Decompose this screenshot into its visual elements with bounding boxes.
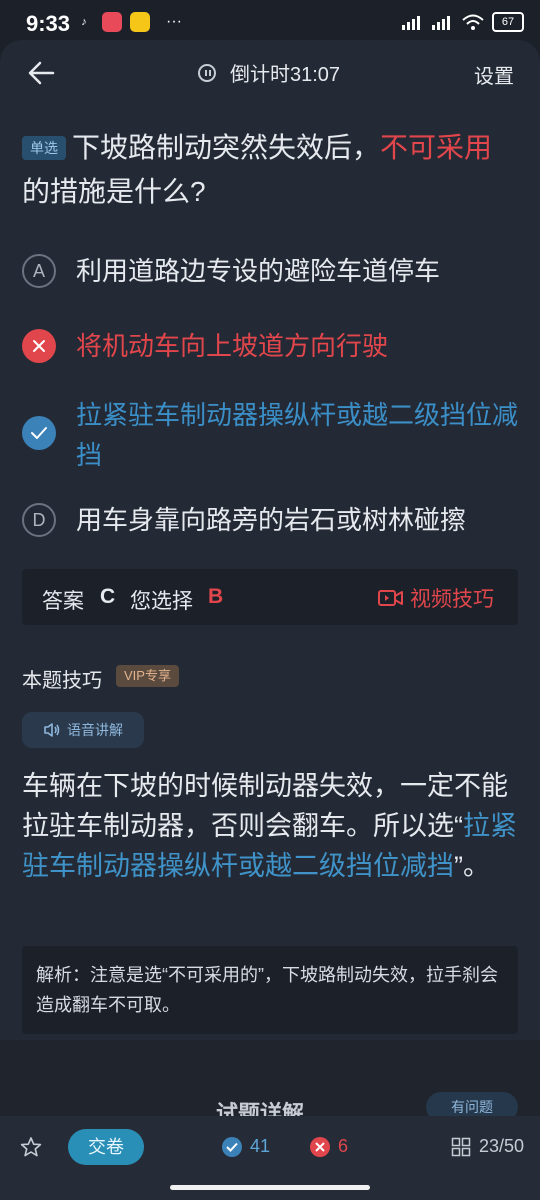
home-indicator[interactable]: [170, 1185, 370, 1190]
question-text-part: 下坡路制动突然失效后，: [72, 132, 381, 163]
wrong-count: 6: [310, 1136, 348, 1157]
question-highlight: 不可采用: [380, 132, 493, 163]
answer-label: 答案: [42, 590, 84, 613]
signal-icon: [432, 16, 450, 30]
pause-icon[interactable]: [198, 63, 216, 82]
option-text: 利用道路边专设的避险车道停车: [76, 256, 441, 286]
app-icon: [102, 12, 122, 32]
option-a[interactable]: A 利用道路边专设的避险车道停车: [22, 251, 522, 291]
speaker-icon: [44, 723, 60, 737]
correct-count: 41: [222, 1136, 270, 1157]
back-arrow-icon[interactable]: [26, 58, 56, 88]
option-d[interactable]: D 用车身靠向路旁的岩石或树林碰擦: [22, 500, 522, 540]
analysis-text: 解析：注意是选“不可采用的”，下坡路制动失效，拉手刹会造成翻车不可取。: [36, 965, 498, 1015]
progress-value: 23/50: [478, 1136, 524, 1156]
answer-value: C: [100, 585, 116, 608]
option-c[interactable]: 拉紧驻车制动器操纵杆或越二级挡位减挡: [22, 395, 522, 475]
answer-summary: 答案 C 您选择 B 视频技巧: [22, 569, 518, 625]
option-letter-icon: D: [22, 503, 56, 537]
voice-explain-button[interactable]: 语音讲解: [22, 712, 144, 748]
meituan-icon: [130, 12, 150, 32]
vip-badge: VIP专享: [116, 665, 179, 687]
option-text: 用车身靠向路旁的岩石或树林碰擦: [76, 505, 467, 535]
detail-section: 试题详解 有问题: [0, 1040, 540, 1126]
wifi-icon: [462, 14, 484, 30]
settings-button[interactable]: 设置: [474, 60, 514, 89]
video-tip-button[interactable]: 视频技巧: [378, 583, 494, 613]
analysis-box: 解析：注意是选“不可采用的”，下坡路制动失效，拉手刹会造成翻车不可取。: [22, 946, 518, 1034]
tip-text-part: 车辆在下坡的时候制动器失效，一定不能拉驻车制动器，否则会翻车。所以选“: [22, 771, 508, 841]
option-text: 拉紧驻车制动器操纵杆或越二级挡位减挡: [76, 400, 519, 470]
status-indicators: 67: [402, 12, 524, 32]
selected-label: 您选择: [130, 590, 193, 613]
question-progress[interactable]: 23/50: [451, 1136, 524, 1157]
video-icon: [378, 590, 403, 606]
star-icon[interactable]: [20, 1136, 42, 1158]
option-text: 将机动车向上坡道方向行驶: [76, 331, 389, 361]
top-nav: 倒计时31:07 设置: [0, 40, 540, 106]
selected-value: B: [208, 585, 224, 608]
wrong-count-value: 6: [338, 1136, 349, 1156]
option-b[interactable]: 将机动车向上坡道方向行驶: [22, 326, 522, 366]
correct-count-value: 41: [250, 1136, 271, 1156]
tip-text-part: ”。: [454, 851, 490, 881]
tips-title: 本题技巧: [22, 670, 102, 692]
countdown-timer[interactable]: 倒计时31:07: [198, 58, 340, 87]
signal-icon: [402, 16, 420, 30]
question-type-tag: 单选: [22, 136, 66, 160]
video-tip-label: 视频技巧: [410, 588, 494, 611]
status-time: 9:33: [26, 11, 71, 36]
option-letter-icon: A: [22, 254, 56, 288]
voice-explain-label: 语音讲解: [67, 722, 123, 738]
grid-icon: [451, 1137, 471, 1156]
question-text: 单选 下坡路制动突然失效后，不可采用的措施是什么?: [22, 126, 522, 214]
question-card: 倒计时31:07 设置 单选 下坡路制动突然失效后，不可采用的措施是什么? A 利…: [0, 40, 540, 1064]
check-circle-icon: [222, 1136, 242, 1157]
wrong-x-icon: [22, 329, 56, 363]
submit-exam-button[interactable]: 交卷: [68, 1129, 144, 1165]
x-circle-icon: [310, 1136, 330, 1157]
correct-check-icon: [22, 416, 56, 450]
more-icon: ···: [166, 13, 182, 30]
timer-label: 倒计时31:07: [230, 64, 341, 86]
question-text-part: 的措施是什么?: [22, 176, 206, 207]
tiktok-icon: ♪: [81, 16, 87, 28]
battery-icon: 67: [492, 12, 524, 32]
status-app-icons: ♪ ···: [74, 12, 182, 32]
tip-text: 车辆在下坡的时候制动器失效，一定不能拉驻车制动器，否则会翻车。所以选“拉紧驻车制…: [22, 766, 522, 886]
